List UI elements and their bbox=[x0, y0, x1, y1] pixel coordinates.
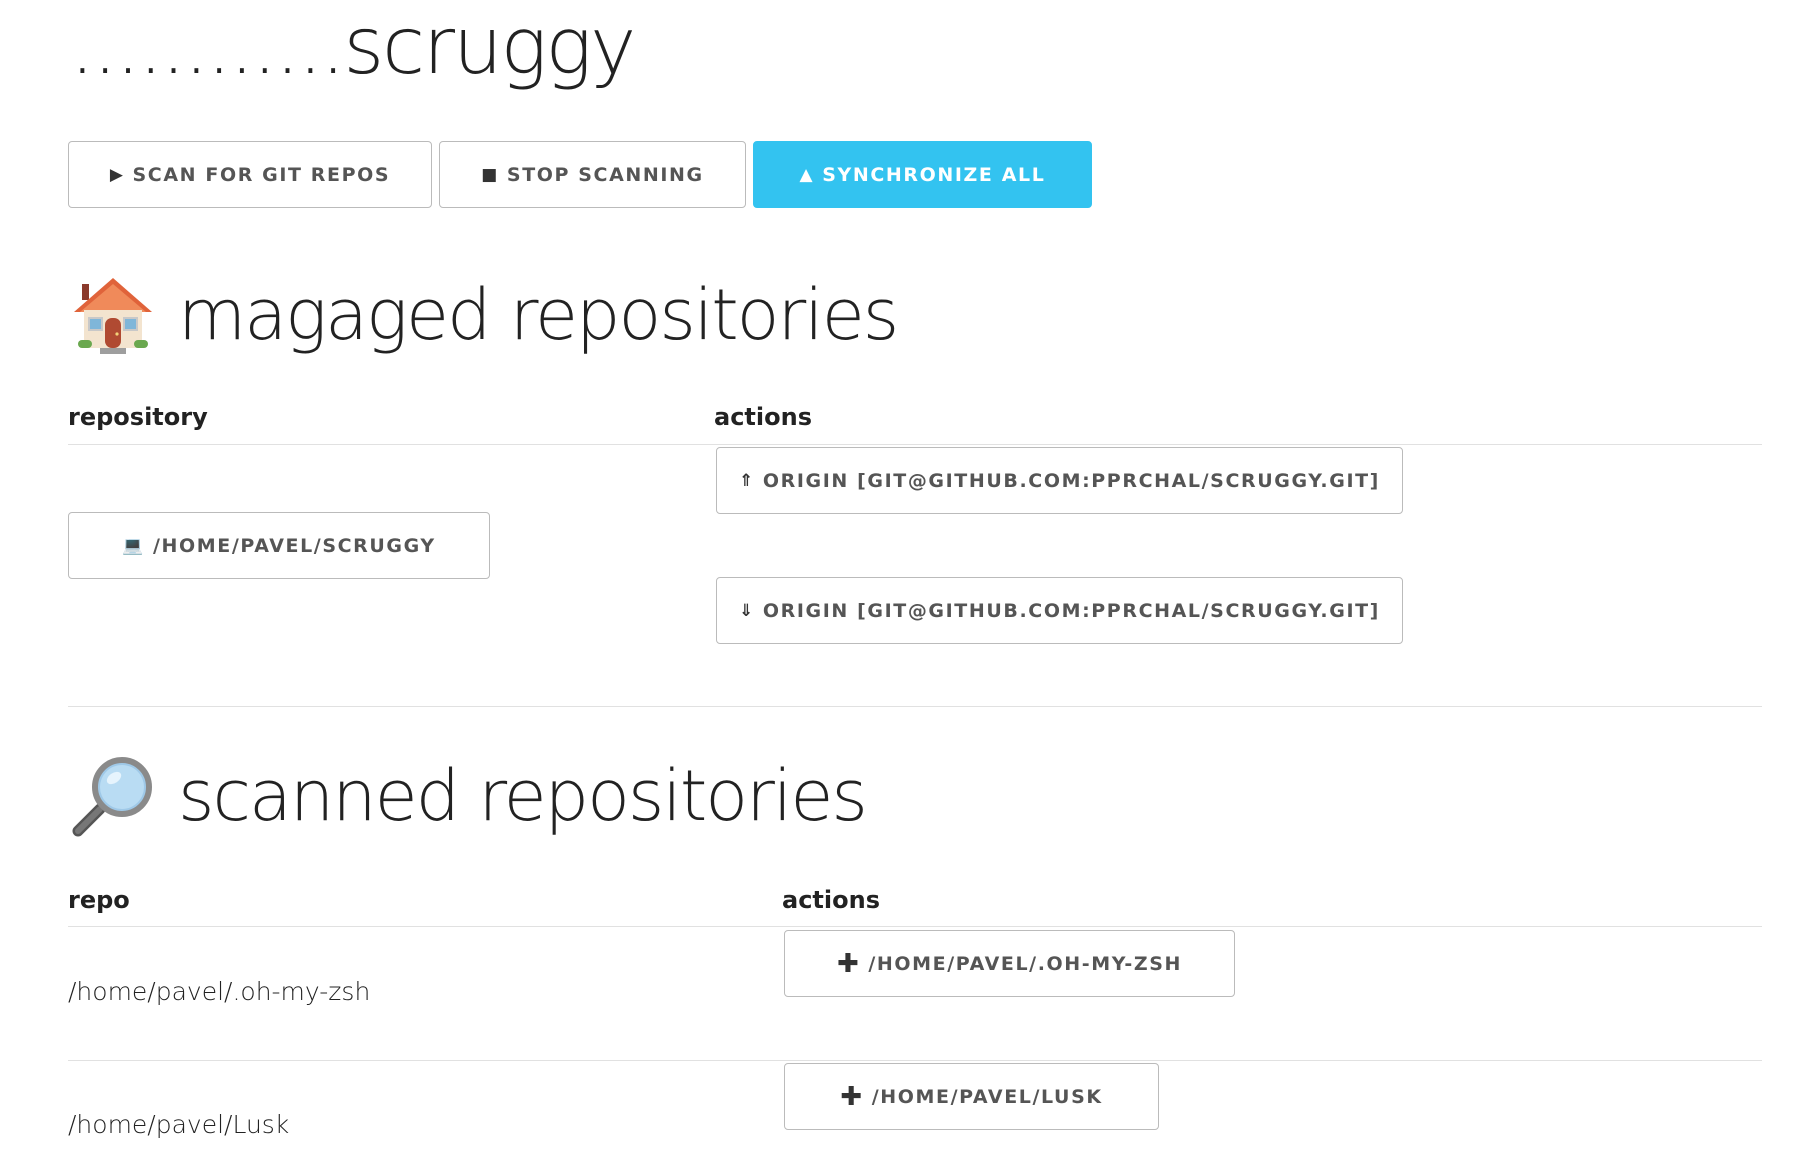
scanned-col-actions: actions bbox=[782, 886, 880, 914]
add-repo-button[interactable]: ✚ /HOME/PAVEL/LUSK bbox=[784, 1063, 1159, 1130]
double-down-arrow-icon: ⇓ bbox=[739, 600, 755, 621]
scan-button[interactable]: ▶ SCAN FOR GIT REPOS bbox=[68, 141, 432, 208]
up-triangle-icon: ▲ bbox=[799, 164, 815, 185]
scanned-repo-path: /home/pavel/Lusk bbox=[68, 1110, 290, 1139]
add-repo-label: /HOME/PAVEL/LUSK bbox=[871, 1085, 1103, 1108]
managed-repo-label: /HOME/PAVEL/SCRUGGY bbox=[153, 534, 436, 557]
scanned-repo-path: /home/pavel/.oh-my-zsh bbox=[68, 977, 371, 1006]
scanned-header-divider bbox=[68, 926, 1762, 927]
pull-origin-button[interactable]: ⇓ ORIGIN [GIT@GITHUB.COM:PPRCHAL/SCRUGGY… bbox=[716, 577, 1403, 644]
add-repo-button[interactable]: ✚ /HOME/PAVEL/.OH-MY-ZSH bbox=[784, 930, 1235, 997]
scan-button-label: SCAN FOR GIT REPOS bbox=[132, 163, 391, 186]
magnifier-icon bbox=[72, 757, 152, 837]
scanned-col-repo: repo bbox=[68, 886, 130, 914]
app-title: ............scruggy bbox=[70, 2, 636, 92]
stop-icon: ■ bbox=[481, 164, 499, 185]
plus-icon: ✚ bbox=[840, 1081, 864, 1112]
scanned-row-divider bbox=[68, 1060, 1762, 1061]
stop-scanning-button[interactable]: ■ STOP SCANNING bbox=[439, 141, 746, 208]
add-repo-label: /HOME/PAVEL/.OH-MY-ZSH bbox=[868, 952, 1182, 975]
managed-section-title: magaged repositories bbox=[70, 272, 899, 358]
house-icon bbox=[74, 278, 152, 354]
managed-repo-button[interactable]: 💻 /HOME/PAVEL/SCRUGGY bbox=[68, 512, 490, 579]
synchronize-all-button[interactable]: ▲ SYNCHRONIZE ALL bbox=[753, 141, 1092, 208]
push-origin-button[interactable]: ⇑ ORIGIN [GIT@GITHUB.COM:PPRCHAL/SCRUGGY… bbox=[716, 447, 1403, 514]
scanned-section-title: scanned repositories bbox=[70, 753, 868, 839]
sync-button-label: SYNCHRONIZE ALL bbox=[822, 163, 1046, 186]
managed-section-label: magaged repositories bbox=[178, 274, 899, 356]
managed-col-repository: repository bbox=[68, 403, 208, 431]
stop-button-label: STOP SCANNING bbox=[506, 163, 704, 186]
scanned-section-label: scanned repositories bbox=[178, 755, 868, 837]
double-up-arrow-icon: ⇑ bbox=[739, 470, 755, 491]
push-origin-label: ORIGIN [GIT@GITHUB.COM:PPRCHAL/SCRUGGY.G… bbox=[762, 469, 1380, 492]
laptop-icon: 💻 bbox=[122, 535, 145, 556]
pull-origin-label: ORIGIN [GIT@GITHUB.COM:PPRCHAL/SCRUGGY.G… bbox=[762, 599, 1380, 622]
plus-icon: ✚ bbox=[836, 948, 861, 979]
section-divider bbox=[68, 706, 1762, 707]
play-icon: ▶ bbox=[109, 164, 125, 185]
managed-col-actions: actions bbox=[714, 403, 812, 431]
managed-header-divider bbox=[68, 444, 1762, 445]
